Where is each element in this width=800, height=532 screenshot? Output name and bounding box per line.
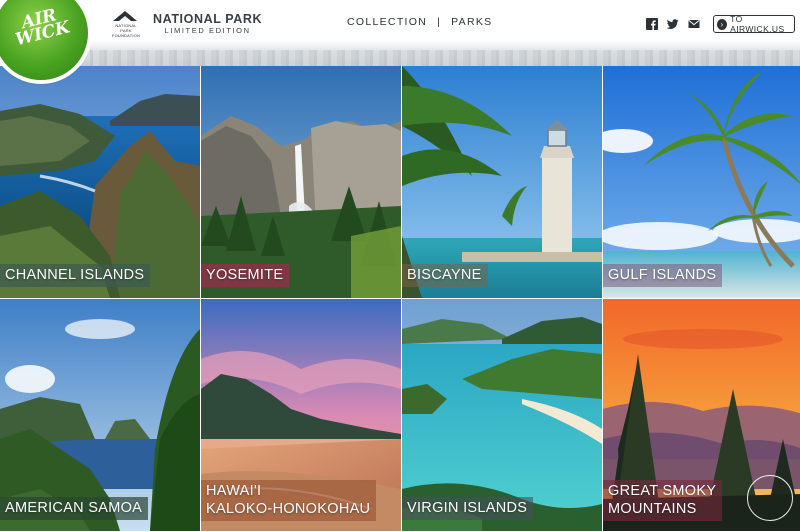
park-tile-yosemite[interactable]: YOSEMITE	[201, 66, 401, 298]
airwick-logo-text: AIR WICK	[13, 5, 72, 51]
park-tile-biscayne[interactable]: BISCAYNE	[402, 66, 602, 298]
park-tile-great-smoky-mountains[interactable]: GREAT SMOKY MOUNTAINS	[603, 299, 800, 531]
edition-subtitle: LIMITED EDITION	[164, 26, 251, 35]
park-tile-hawaii-kaloko-honokohau[interactable]: HAWAI'I KALOKO-HONOKOHAU	[201, 299, 401, 531]
park-label-line2: MOUNTAINS	[608, 501, 697, 517]
park-tile-virgin-islands[interactable]: VIRGIN ISLANDS	[402, 299, 602, 531]
to-airwick-label: TO AIRWICK.US	[730, 14, 785, 34]
park-label: YOSEMITE	[201, 264, 290, 287]
parks-grid: CHANNEL ISLANDS YOSEMITE BISCAYNE GULF I…	[0, 66, 800, 532]
foundation-text: NATIONAL PARK FOUNDATION	[111, 23, 141, 38]
main-nav: COLLECTION | PARKS	[347, 16, 492, 28]
park-label-line2: KALOKO-HONOKOHAU	[206, 501, 371, 517]
email-icon[interactable]	[688, 18, 700, 30]
header-brush-texture-detail	[90, 50, 800, 66]
nav-separator: |	[437, 16, 442, 28]
arrowhead-icon	[113, 11, 137, 21]
twitter-icon[interactable]	[667, 18, 679, 30]
arrow-right-icon: ›	[717, 18, 728, 30]
park-label-line1: GREAT SMOKY	[608, 483, 717, 499]
only-at-airwick-stamp	[747, 475, 793, 521]
to-airwick-button[interactable]: › TO AIRWICK.US	[713, 14, 795, 34]
park-label: CHANNEL ISLANDS	[0, 264, 151, 287]
park-tile-channel-islands[interactable]: CHANNEL ISLANDS	[0, 66, 200, 298]
park-label: VIRGIN ISLANDS	[402, 497, 534, 520]
edition-title: NATIONAL PARK	[153, 12, 263, 26]
facebook-icon[interactable]	[646, 18, 658, 30]
park-tile-american-samoa[interactable]: AMERICAN SAMOA	[0, 299, 200, 531]
nav-parks[interactable]: PARKS	[451, 16, 492, 28]
national-park-foundation-logo[interactable]: NATIONAL PARK FOUNDATION	[110, 9, 142, 38]
header: NATIONAL PARK FOUNDATION NATIONAL PARK L…	[0, 0, 800, 66]
park-label: AMERICAN SAMOA	[0, 497, 149, 520]
park-label: GULF ISLANDS	[603, 264, 723, 287]
park-label: BISCAYNE	[402, 264, 488, 287]
park-label-line1: HAWAI'I	[206, 483, 262, 499]
park-tile-gulf-islands[interactable]: GULF ISLANDS	[603, 66, 800, 298]
park-label: GREAT SMOKY MOUNTAINS	[603, 480, 723, 521]
park-label: HAWAI'I KALOKO-HONOKOHAU	[201, 480, 377, 521]
nav-collection[interactable]: COLLECTION	[347, 16, 427, 28]
edition-title-block: NATIONAL PARK LIMITED EDITION	[153, 12, 262, 35]
